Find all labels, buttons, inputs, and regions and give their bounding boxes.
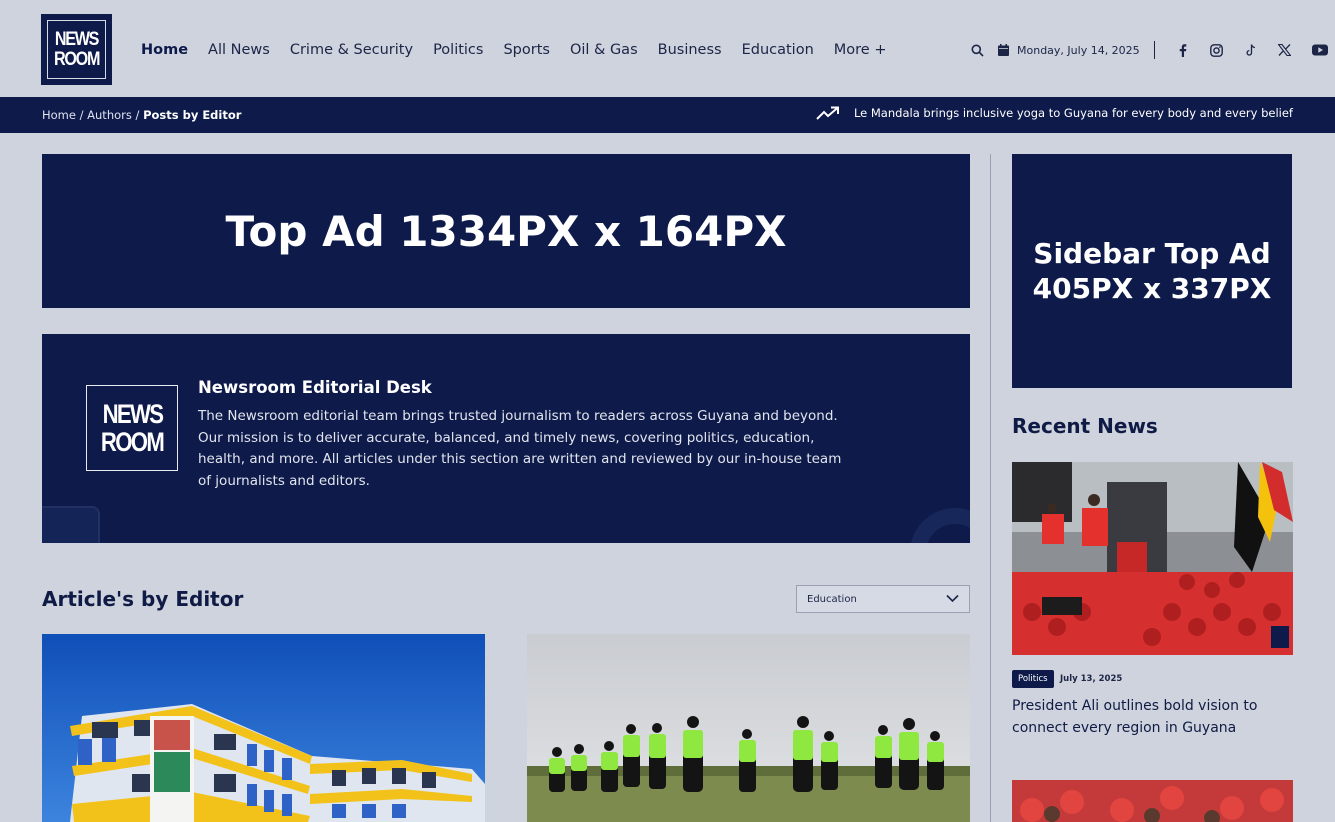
recent-news-tag[interactable]: Politics bbox=[1012, 670, 1054, 688]
nav-item-crime-security[interactable]: Crime & Security bbox=[290, 42, 413, 58]
category-filter-select[interactable]: Education bbox=[796, 585, 970, 613]
author-name: Newsroom Editorial Desk bbox=[198, 378, 432, 397]
nav-item-politics[interactable]: Politics bbox=[433, 42, 483, 58]
header-divider bbox=[1153, 41, 1155, 59]
recent-news-image[interactable] bbox=[1012, 462, 1293, 655]
nav-item-home[interactable]: Home bbox=[141, 42, 188, 58]
breadcrumb-bar: Home / Authors / Posts by Editor Le Mand… bbox=[0, 97, 1335, 133]
ticker-headline[interactable]: Le Mandala brings inclusive yoga to Guya… bbox=[854, 106, 1293, 120]
breadcrumb-home[interactable]: Home bbox=[42, 108, 76, 122]
nav-item-education[interactable]: Education bbox=[742, 42, 814, 58]
breadcrumb: Home / Authors / Posts by Editor bbox=[42, 108, 241, 122]
decorative-shape bbox=[42, 506, 100, 543]
search-icon[interactable] bbox=[971, 44, 984, 57]
recent-news-headline[interactable]: President Ali outlines bold vision to co… bbox=[1012, 695, 1282, 739]
instagram-icon[interactable] bbox=[1210, 43, 1224, 57]
breadcrumb-authors[interactable]: Authors bbox=[87, 108, 132, 122]
sidebar-ad-line-2: 405PX x 337PX bbox=[1032, 272, 1272, 305]
avatar-line-1: NEWS bbox=[102, 399, 163, 429]
author-card: NEWS ROOM Newsroom Editorial Desk The Ne… bbox=[42, 334, 970, 543]
sidebar-ad[interactable]: Sidebar Top Ad 405PX x 337PX bbox=[1012, 154, 1292, 388]
youtube-icon[interactable] bbox=[1311, 43, 1328, 57]
nav-item-business[interactable]: Business bbox=[658, 42, 722, 58]
nav-item-sports[interactable]: Sports bbox=[503, 42, 549, 58]
site-header: NEWS ROOM Home All News Crime & Security… bbox=[0, 0, 1335, 97]
x-icon[interactable] bbox=[1278, 43, 1292, 57]
author-avatar: NEWS ROOM bbox=[86, 385, 178, 471]
nav-item-more[interactable]: More + bbox=[834, 42, 887, 58]
recent-news-image-2[interactable] bbox=[1012, 780, 1293, 822]
avatar-line-2: ROOM bbox=[100, 427, 165, 457]
header-utilities: Monday, July 14, 2025 bbox=[971, 40, 1335, 60]
category-filter-value: Education bbox=[807, 593, 857, 605]
trending-icon bbox=[816, 106, 839, 120]
author-bio: The Newsroom editorial team brings trust… bbox=[198, 408, 842, 489]
sidebar-ad-line-1: Sidebar Top Ad bbox=[1033, 237, 1271, 270]
logo-line-2: ROOM bbox=[53, 48, 100, 70]
chevron-down-icon bbox=[946, 594, 959, 603]
nav-item-oil-gas[interactable]: Oil & Gas bbox=[570, 42, 638, 58]
calendar-icon bbox=[998, 44, 1009, 56]
recent-news-title: Recent News bbox=[1012, 414, 1158, 438]
current-date: Monday, July 14, 2025 bbox=[1017, 43, 1140, 57]
article-image-football-team[interactable] bbox=[527, 634, 970, 822]
site-logo[interactable]: NEWS ROOM bbox=[41, 14, 112, 85]
recent-news-date: July 13, 2025 bbox=[1060, 674, 1123, 684]
main-nav: Home All News Crime & Security Politics … bbox=[141, 42, 907, 58]
tiktok-icon[interactable] bbox=[1244, 43, 1258, 57]
nav-item-all-news[interactable]: All News bbox=[208, 42, 270, 58]
column-divider bbox=[990, 154, 991, 822]
breadcrumb-separator: / bbox=[75, 108, 88, 122]
articles-section-title: Article's by Editor bbox=[42, 587, 244, 611]
facebook-icon[interactable] bbox=[1176, 43, 1190, 57]
logo-line-1: NEWS bbox=[54, 28, 100, 50]
breadcrumb-current: Posts by Editor bbox=[143, 108, 242, 122]
top-ad-label: Top Ad 1334PX x 164PX bbox=[225, 206, 787, 256]
article-image-school-building[interactable] bbox=[42, 634, 485, 822]
breadcrumb-separator: / bbox=[131, 108, 144, 122]
trending-ticker[interactable]: Le Mandala brings inclusive yoga to Guya… bbox=[816, 106, 1293, 120]
decorative-ring bbox=[910, 508, 970, 543]
top-ad[interactable]: Top Ad 1334PX x 164PX bbox=[42, 154, 970, 308]
